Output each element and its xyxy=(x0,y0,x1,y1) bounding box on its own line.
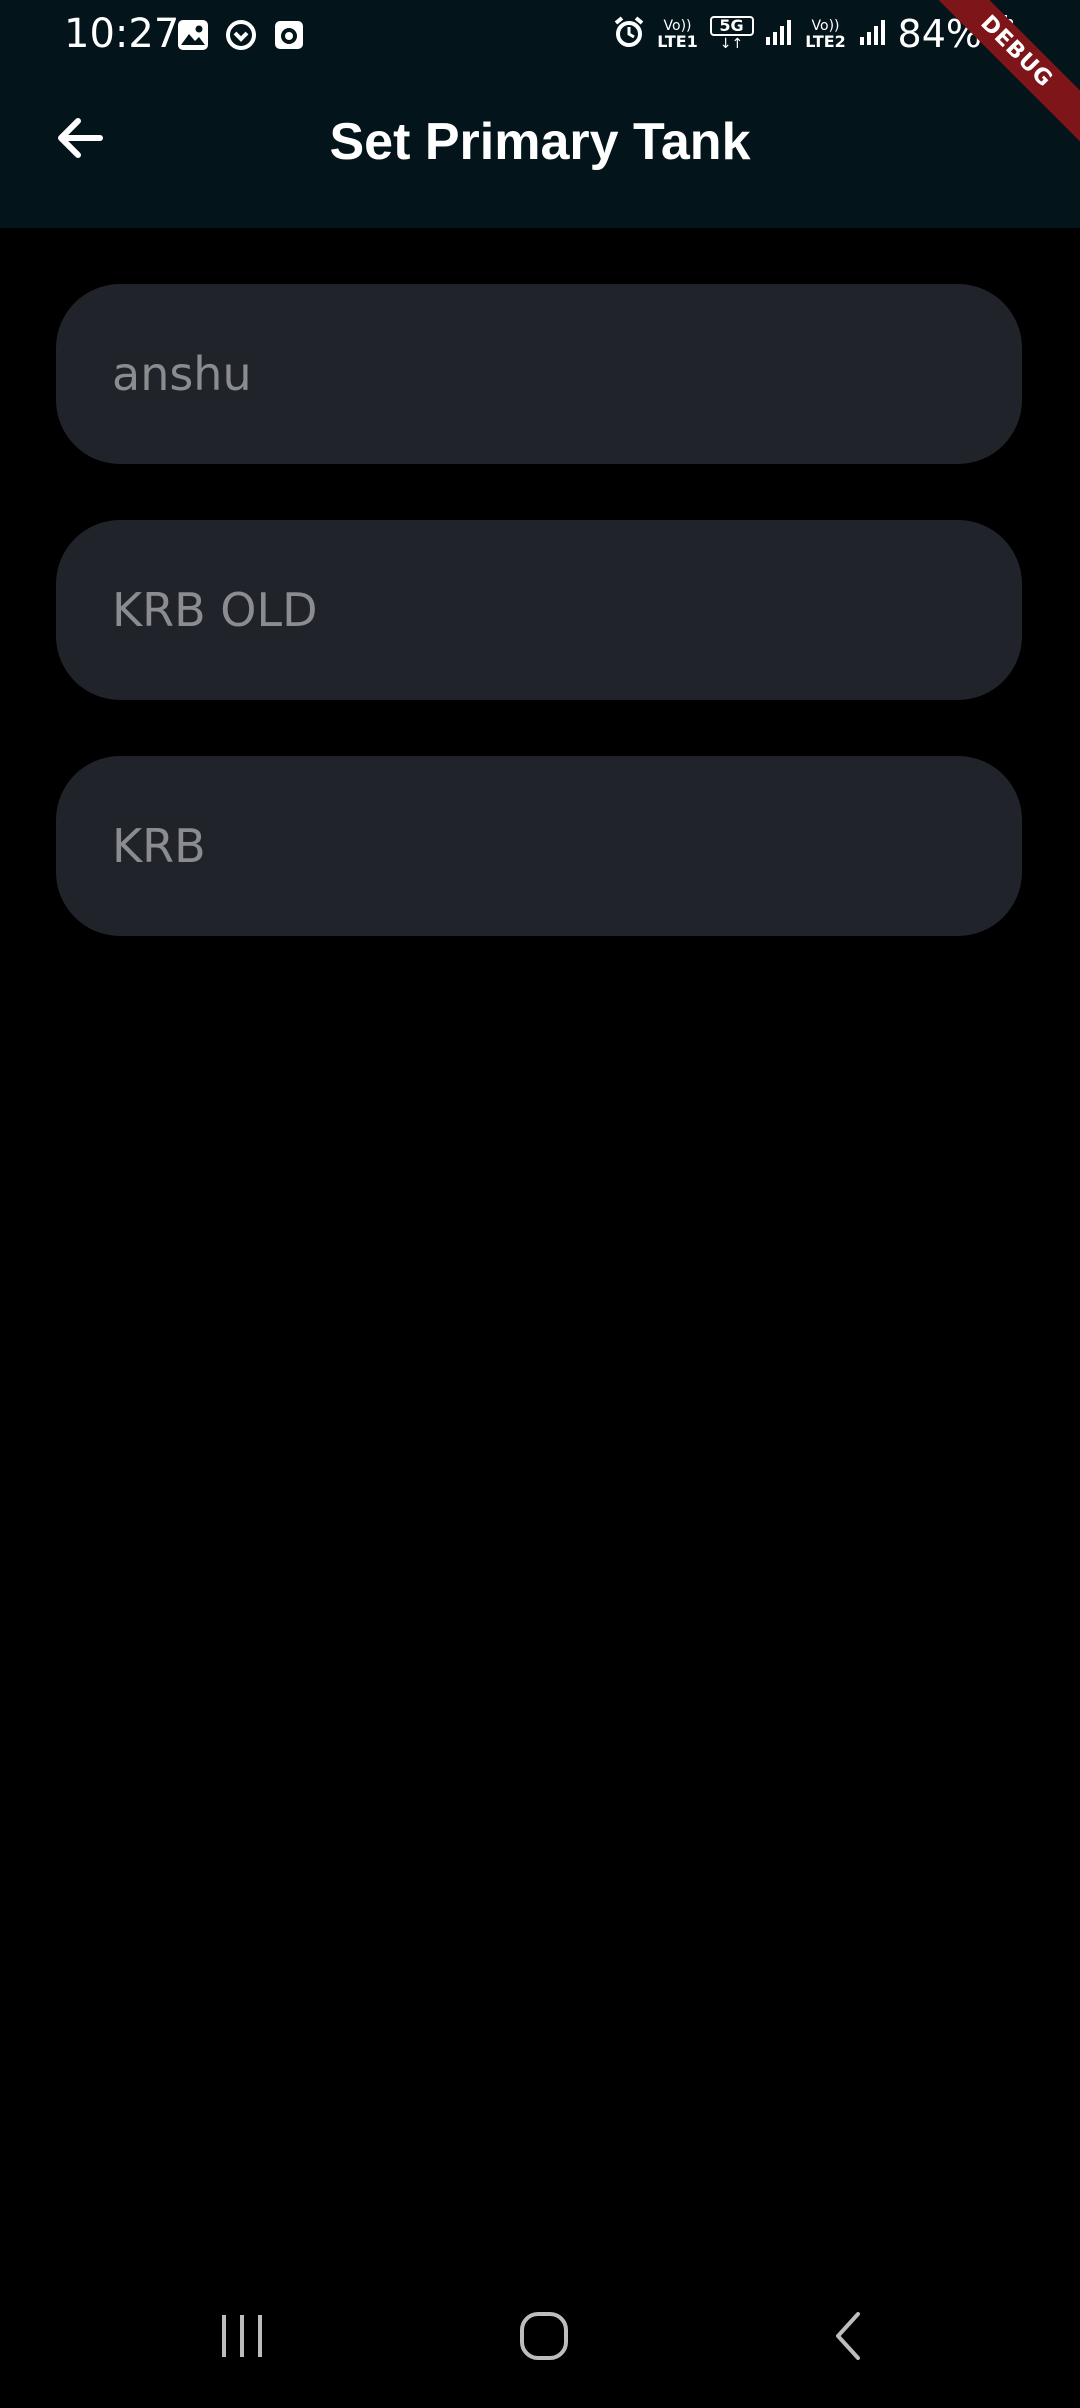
system-back-button[interactable] xyxy=(808,2298,888,2378)
tank-item-label: anshu xyxy=(112,347,252,401)
back-icon xyxy=(828,2308,868,2368)
signal-icon xyxy=(858,17,888,51)
home-icon xyxy=(516,2308,572,2368)
tank-item-label: KRB xyxy=(112,819,206,873)
system-nav-bar xyxy=(0,2268,1080,2408)
app-bar: Set Primary Tank xyxy=(0,68,1080,228)
page-title: Set Primary Tank xyxy=(329,113,751,171)
status-left-icons xyxy=(176,18,306,52)
signal-icon xyxy=(764,17,794,51)
status-bar: 10:27 Vo)) LTE1 5G ↓↑ Vo)) LTE2 84% xyxy=(0,0,1080,68)
status-time: 10:27 xyxy=(64,11,180,57)
tank-item-krb-old[interactable]: KRB OLD xyxy=(56,520,1022,700)
sim1-label: Vo)) LTE1 xyxy=(657,18,698,51)
battery-percent: 84% xyxy=(897,12,982,56)
tank-item-anshu[interactable]: anshu xyxy=(56,284,1022,464)
sync-icon xyxy=(224,18,258,52)
home-button[interactable] xyxy=(504,2298,584,2378)
alarm-icon xyxy=(612,15,646,53)
network-type: 5G ↓↑ xyxy=(709,16,754,52)
sim2-label: Vo)) LTE2 xyxy=(805,18,846,51)
clock-app-icon xyxy=(272,18,306,52)
status-right: Vo)) LTE1 5G ↓↑ Vo)) LTE2 84% xyxy=(612,8,1014,60)
battery-icon xyxy=(992,14,1014,54)
tank-item-label: KRB OLD xyxy=(112,583,318,637)
gallery-icon xyxy=(176,18,210,52)
tank-list: anshu KRB OLD KRB xyxy=(56,284,1022,992)
tank-item-krb[interactable]: KRB xyxy=(56,756,1022,936)
recents-icon xyxy=(214,2311,270,2365)
recents-button[interactable] xyxy=(202,2298,282,2378)
